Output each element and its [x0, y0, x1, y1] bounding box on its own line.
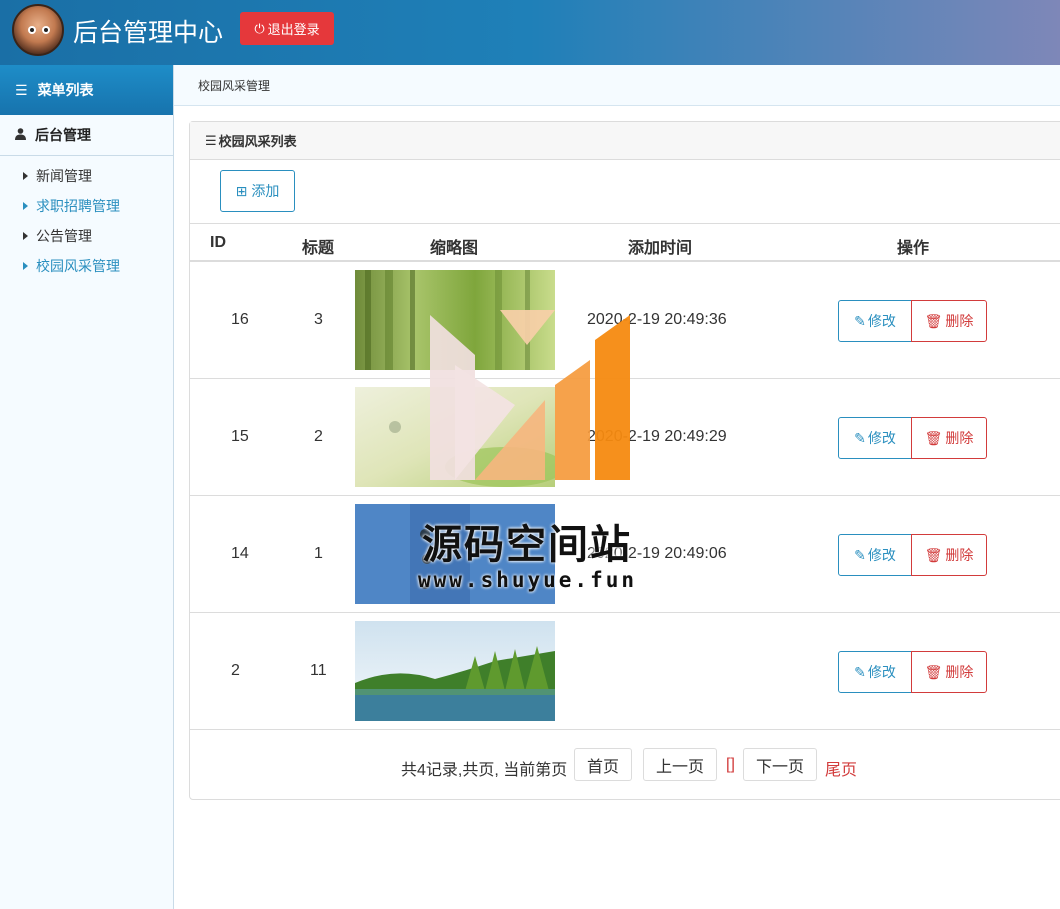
sidebar-item-label: 公告管理 [36, 228, 92, 244]
sidebar-group-label: 后台管理 [35, 127, 91, 143]
row-time: 2020-2-19 20:49:36 [587, 311, 727, 328]
col-id-header: ID [210, 234, 226, 251]
thumbnail-image[interactable] [355, 387, 555, 487]
edit-icon: ✎ [854, 429, 866, 446]
logout-button[interactable]: ⏻ 退出登录 [240, 12, 334, 45]
campus-list-panel: ☰ 校园风采列表 ⊞ 添加 ID 标题 缩略图 添加时间 操作 16 3 202… [189, 121, 1060, 800]
sidebar-item-label: 校园风采管理 [36, 258, 120, 274]
delete-label: 删除 [945, 313, 974, 329]
edit-icon: ✎ [854, 663, 866, 680]
edit-button[interactable]: ✎ 修改 [838, 417, 912, 459]
trash-icon: 🗑 [924, 663, 943, 680]
delete-label: 删除 [945, 664, 974, 680]
delete-button[interactable]: 🗑 删除 [911, 534, 987, 576]
table-row: 2 11 ✎ 修改 🗑 删除 [190, 613, 1060, 730]
campus-table: ID 标题 缩略图 添加时间 操作 16 3 2020-2-19 20:49:3… [190, 223, 1060, 730]
pager-summary: 共4记录,共页, 当前第页 [401, 762, 568, 779]
edit-label: 修改 [867, 313, 896, 329]
menu-list-title: 菜单列表 [37, 82, 94, 98]
sidebar-item-notices[interactable]: 公告管理 [0, 221, 173, 251]
col-time-header: 添加时间 [628, 240, 693, 257]
edit-icon: ✎ [854, 312, 866, 329]
row-time: 2020-2-19 20:49:29 [587, 428, 727, 445]
logout-label: 退出登录 [267, 22, 320, 37]
first-page-button[interactable]: 首页 [574, 748, 632, 781]
col-actions-header: 操作 [897, 240, 930, 257]
breadcrumb-current: 校园风采管理 [198, 78, 271, 93]
caret-right-icon [23, 232, 28, 240]
edit-button[interactable]: ✎ 修改 [838, 534, 912, 576]
power-icon: ⏻ [254, 20, 265, 36]
delete-button[interactable]: 🗑 删除 [911, 300, 987, 342]
caret-right-icon [23, 262, 28, 270]
prev-page-button[interactable]: 上一页 [643, 748, 717, 781]
table-row: 15 2 2020-2-19 20:49:29 ✎ 修改 🗑 删除 [190, 379, 1060, 496]
next-page-button[interactable]: 下一页 [743, 748, 817, 781]
sidebar-item-news[interactable]: 新闻管理 [0, 161, 173, 191]
edit-button[interactable]: ✎ 修改 [838, 300, 912, 342]
plus-square-icon: ⊞ [235, 182, 248, 199]
col-thumb-header: 缩略图 [430, 240, 479, 257]
sidebar-group-admin[interactable]: 后台管理 [0, 115, 173, 156]
row-id: 14 [231, 545, 249, 562]
trash-icon: 🗑 [924, 312, 943, 329]
row-id: 16 [231, 311, 249, 328]
add-button[interactable]: ⊞ 添加 [220, 170, 295, 212]
sidebar: ☰ 菜单列表 后台管理 新闻管理 求职招聘管理 公告管理 校园风采管理 [0, 65, 174, 909]
delete-button[interactable]: 🗑 删除 [911, 417, 987, 459]
delete-button[interactable]: 🗑 删除 [911, 651, 987, 693]
sidebar-item-jobs[interactable]: 求职招聘管理 [0, 191, 173, 221]
last-page-link[interactable]: 尾页 [825, 756, 857, 780]
list-icon: ☰ [15, 81, 28, 98]
app-title: 后台管理中心 [73, 18, 224, 47]
current-page: [] [726, 756, 735, 773]
avatar [12, 4, 64, 56]
row-id: 15 [231, 428, 249, 445]
top-header: 后台管理中心 ⏻ 退出登录 [0, 0, 1060, 65]
edit-icon: ✎ [854, 546, 866, 563]
row-title: 1 [314, 545, 323, 562]
delete-label: 删除 [945, 430, 974, 446]
caret-right-icon [23, 202, 28, 210]
user-icon [15, 127, 26, 143]
sidebar-item-campus[interactable]: 校园风采管理 [0, 251, 173, 281]
edit-label: 修改 [867, 430, 896, 446]
row-id: 2 [231, 662, 240, 679]
edit-label: 修改 [867, 547, 896, 563]
edit-button[interactable]: ✎ 修改 [838, 651, 912, 693]
menu-list-header: ☰ 菜单列表 [0, 65, 173, 115]
table-row: 16 3 2020-2-19 20:49:36 ✎ 修改 🗑 删除 [190, 262, 1060, 379]
add-label: 添加 [251, 183, 280, 199]
trash-icon: 🗑 [924, 429, 943, 446]
panel-header: ☰ 校园风采列表 [190, 122, 1060, 160]
table-header: ID 标题 缩略图 添加时间 操作 [190, 223, 1060, 262]
watermark-url: www.shuyue.fun [418, 568, 638, 592]
row-title: 3 [314, 311, 323, 328]
sidebar-item-label: 新闻管理 [36, 168, 92, 184]
row-title: 2 [314, 428, 323, 445]
list-icon: ☰ [205, 132, 217, 148]
pagination: 共4记录,共页, 当前第页 首页 上一页 [] 下一页 尾页 [190, 748, 1060, 782]
edit-label: 修改 [867, 664, 896, 680]
delete-label: 删除 [945, 547, 974, 563]
thumbnail-image[interactable] [355, 270, 555, 370]
breadcrumb: 校园风采管理 [174, 65, 1060, 106]
trash-icon: 🗑 [924, 546, 943, 563]
watermark-title: 源码空间站 [422, 522, 632, 568]
row-title: 11 [310, 662, 327, 679]
thumbnail-image[interactable] [355, 621, 555, 721]
panel-title: 校园风采列表 [218, 134, 297, 149]
col-title-header: 标题 [302, 240, 335, 257]
sidebar-item-label: 求职招聘管理 [36, 198, 120, 214]
caret-right-icon [23, 172, 28, 180]
